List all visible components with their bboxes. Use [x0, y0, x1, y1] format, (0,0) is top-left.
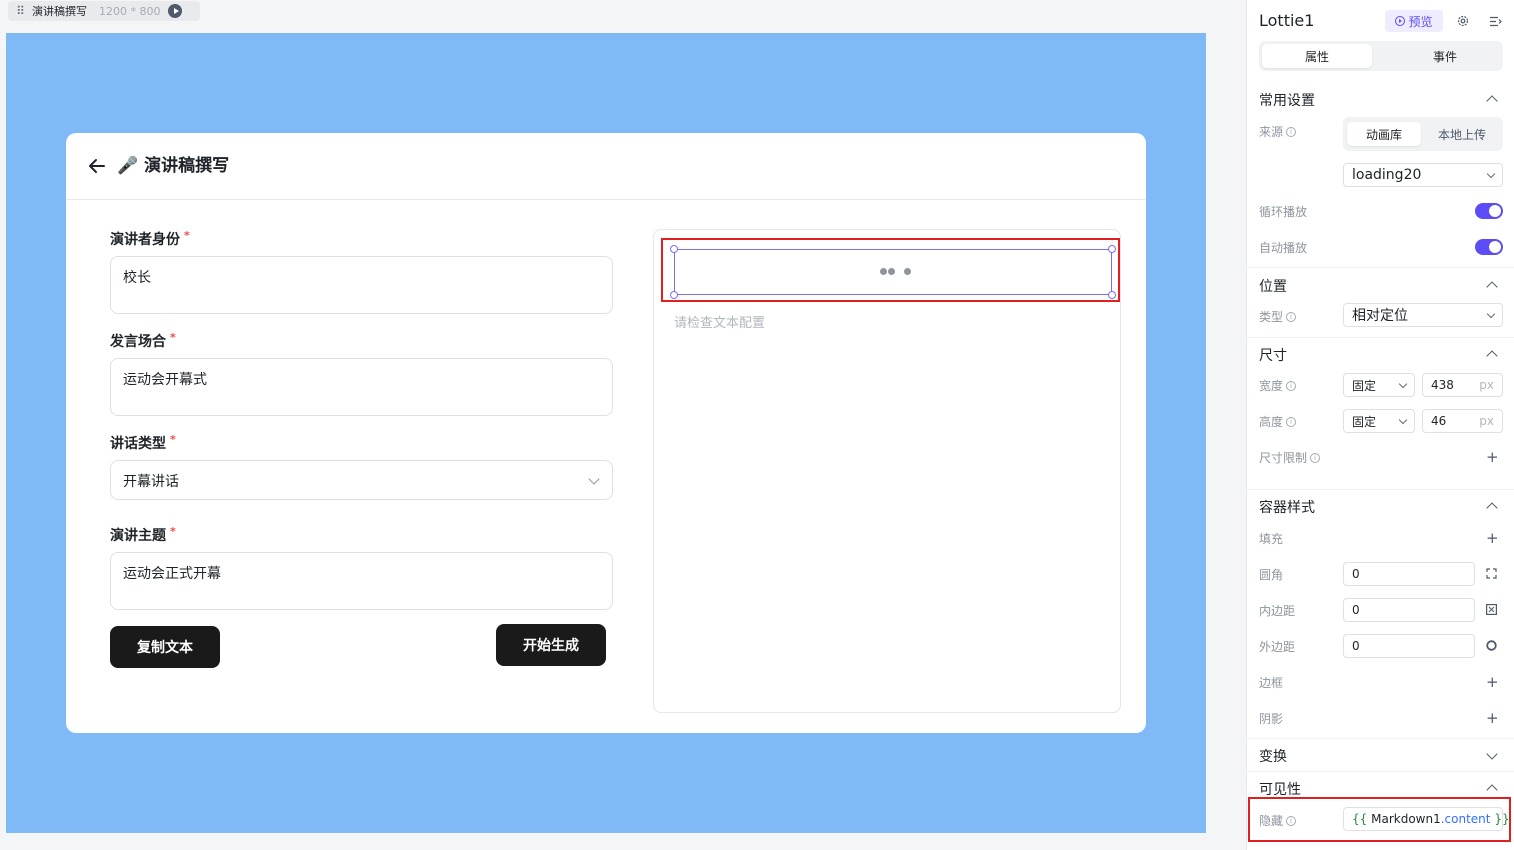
tab-properties[interactable]: 属性 — [1262, 44, 1372, 68]
source-label: 来源 i — [1259, 123, 1297, 140]
corner-radius-icon[interactable] — [1486, 568, 1497, 579]
resize-handle[interactable] — [670, 245, 678, 253]
play-circle-icon — [1395, 16, 1406, 26]
resize-handle[interactable] — [1108, 245, 1116, 253]
height-label: 高度 i — [1259, 413, 1297, 430]
info-icon: i — [1286, 126, 1297, 137]
position-type-label: 类型 i — [1259, 308, 1297, 325]
height-mode-select[interactable]: 固定 — [1343, 409, 1415, 433]
preview-button[interactable]: 预览 — [1385, 10, 1443, 32]
info-icon: i — [1286, 311, 1297, 322]
size-limit-label: 尺寸限制 i — [1259, 449, 1321, 466]
collapse-panel-icon[interactable] — [1489, 16, 1502, 27]
info-icon: i — [1286, 380, 1297, 391]
chevron-down-icon — [1486, 169, 1496, 178]
autoplay-label: 自动播放 — [1259, 241, 1308, 255]
radius-input[interactable]: 0 — [1343, 562, 1475, 586]
padding-label: 内边距 — [1259, 604, 1296, 618]
chevron-down-icon — [1398, 415, 1408, 424]
preview-hint: 请检查文本配置 — [674, 316, 766, 331]
chevron-down-icon[interactable] — [1486, 748, 1498, 760]
source-animation-library[interactable]: 动画库 — [1347, 122, 1421, 146]
app-card: 🎤 演讲稿撰写 演讲者身份 * 校长 发言场合 * 运动会开幕式 讲话类型 * 开幕讲… — [66, 133, 1146, 733]
field-label-speech-type: 讲话类型 * — [110, 433, 176, 452]
page-title: 🎤 演讲稿撰写 — [117, 156, 230, 176]
card-header: 🎤 演讲稿撰写 — [66, 133, 1146, 200]
field-label-topic: 演讲主题 * — [110, 525, 176, 544]
info-icon: i — [1310, 452, 1321, 463]
source-toggle: 动画库 本地上传 — [1343, 117, 1503, 151]
resize-handle[interactable] — [670, 291, 678, 299]
chevron-up-icon[interactable] — [1486, 281, 1498, 293]
copy-text-button[interactable]: 复制文本 — [110, 626, 220, 668]
section-position[interactable]: 位置 — [1259, 276, 1287, 296]
loading-dot — [888, 268, 895, 275]
padding-input[interactable]: 0 — [1343, 598, 1475, 622]
margin-icon[interactable] — [1486, 640, 1497, 651]
highlight-box — [1248, 797, 1511, 842]
speaker-identity-input[interactable]: 校长 — [110, 256, 613, 314]
panel-tabs: 属性 事件 — [1259, 41, 1503, 71]
settings-icon[interactable] — [1457, 15, 1469, 27]
section-container-style[interactable]: 容器样式 — [1259, 497, 1315, 517]
chevron-up-icon[interactable] — [1486, 350, 1498, 362]
resize-handle[interactable] — [1108, 291, 1116, 299]
add-shadow-icon[interactable]: + — [1486, 711, 1499, 726]
loop-label: 循环播放 — [1259, 205, 1308, 219]
occasion-input[interactable]: 运动会开幕式 — [110, 358, 613, 416]
height-input[interactable]: 46 px — [1422, 409, 1503, 433]
start-generate-button[interactable]: 开始生成 — [496, 624, 606, 666]
loading-dot — [880, 268, 887, 275]
tab-events[interactable]: 事件 — [1390, 44, 1500, 68]
section-size[interactable]: 尺寸 — [1259, 345, 1287, 365]
loop-toggle[interactable] — [1475, 203, 1503, 219]
drag-handle-icon[interactable]: ⠿ — [8, 4, 32, 18]
field-label-occasion: 发言场合 * — [110, 331, 176, 350]
frame-size: 1200 * 800 — [99, 4, 161, 18]
properties-panel: Lottie1 预览 属性 事件 常用设置 来源 i 动画库 本地上传 loadi… — [1246, 0, 1514, 850]
add-size-limit-icon[interactable]: + — [1486, 450, 1499, 465]
play-icon[interactable] — [168, 4, 183, 18]
field-label-speaker: 演讲者身份 * — [110, 229, 190, 248]
margin-label: 外边距 — [1259, 640, 1296, 654]
position-type-select[interactable]: 相对定位 — [1343, 303, 1503, 327]
microphone-icon: 🎤 — [117, 156, 139, 176]
speech-type-select[interactable]: 开幕讲话 — [110, 460, 613, 500]
section-common[interactable]: 常用设置 — [1259, 90, 1315, 110]
width-label: 宽度 i — [1259, 377, 1297, 394]
add-fill-icon[interactable]: + — [1486, 531, 1499, 546]
chevron-down-icon — [588, 473, 600, 485]
margin-input[interactable]: 0 — [1343, 634, 1475, 658]
width-mode-select[interactable]: 固定 — [1343, 373, 1415, 397]
add-border-icon[interactable]: + — [1486, 675, 1499, 690]
section-visibility[interactable]: 可见性 — [1259, 779, 1301, 799]
chevron-up-icon[interactable] — [1486, 502, 1498, 514]
fill-label: 填充 — [1259, 532, 1284, 546]
radius-label: 圆角 — [1259, 568, 1284, 582]
padding-icon[interactable] — [1486, 604, 1497, 615]
frame-tab[interactable]: ⠿ 演讲稿撰写 1200 * 800 — [8, 1, 200, 21]
chevron-up-icon[interactable] — [1486, 95, 1498, 107]
width-input[interactable]: 438 px — [1422, 373, 1503, 397]
source-local-upload[interactable]: 本地上传 — [1425, 122, 1499, 146]
loading-dot — [904, 268, 911, 275]
animation-select[interactable]: loading20 — [1343, 163, 1503, 187]
chevron-up-icon[interactable] — [1486, 784, 1498, 796]
shadow-label: 阴影 — [1259, 712, 1284, 726]
component-name: Lottie1 — [1259, 11, 1315, 30]
section-transform[interactable]: 变换 — [1259, 746, 1287, 766]
chevron-down-icon — [1486, 309, 1496, 318]
border-label: 边框 — [1259, 676, 1284, 690]
chevron-down-icon — [1398, 379, 1408, 388]
back-arrow-icon[interactable] — [86, 155, 108, 177]
frame-name: 演讲稿撰写 — [32, 5, 87, 18]
topic-input[interactable]: 运动会正式开幕 — [110, 552, 613, 610]
info-icon: i — [1286, 416, 1297, 427]
autoplay-toggle[interactable] — [1475, 239, 1503, 255]
